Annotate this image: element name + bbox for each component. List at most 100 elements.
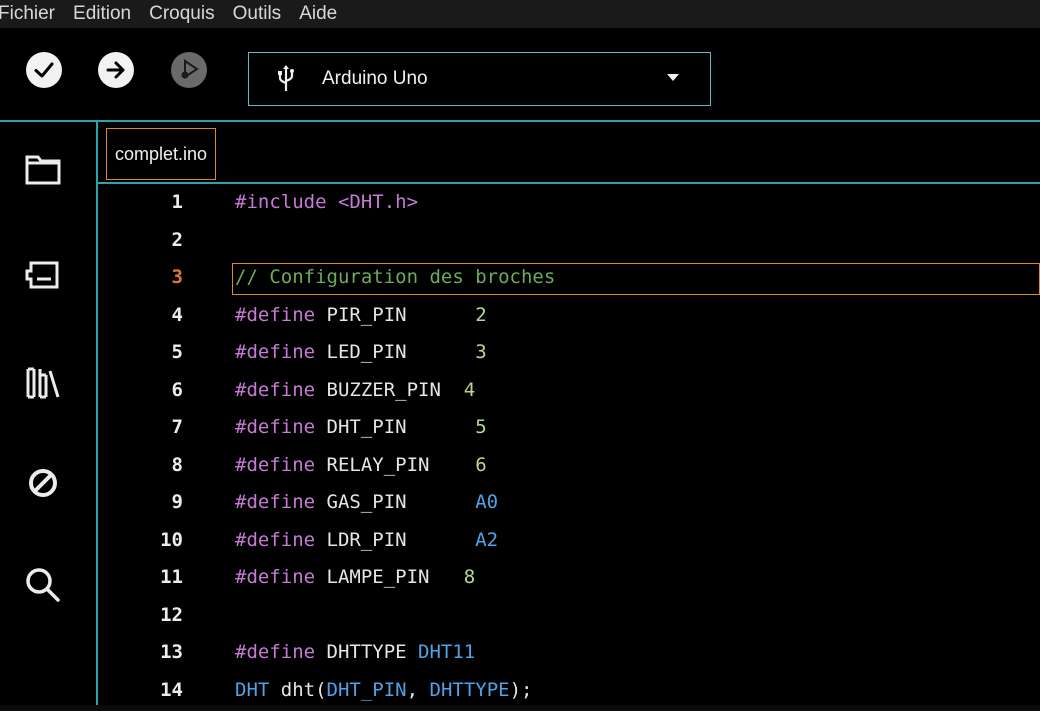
code-token: // Configuration des broches <box>235 266 555 288</box>
code-token: DHT <box>235 679 281 701</box>
code-line[interactable]: 14 DHT dht(DHT_PIN, DHTTYPE); <box>98 674 1040 711</box>
line-number: 9 <box>123 491 183 513</box>
line-source: #define DHTTYPE DHT11 <box>235 641 475 663</box>
line-number: 3 <box>123 266 183 288</box>
code-token: PIR_PIN <box>327 304 476 326</box>
code-line[interactable]: 3 // Configuration des broches <box>98 261 1040 299</box>
code-token: GAS_PIN <box>327 491 476 513</box>
debug-button[interactable] <box>171 52 207 88</box>
code-token: 4 <box>464 379 475 401</box>
code-token: #define <box>235 341 327 363</box>
library-icon[interactable] <box>20 360 66 406</box>
line-source: #define PIR_PIN 2 <box>235 304 487 326</box>
code-token: DHT_PIN <box>327 679 407 701</box>
code-token: #define <box>235 529 327 551</box>
code-token: #define <box>235 416 327 438</box>
code-token: A2 <box>475 529 498 551</box>
code-token: 6 <box>475 454 486 476</box>
line-number: 5 <box>123 341 183 363</box>
code-editor[interactable]: complet.ino 1 #include <DHT.h> 2 3 // Config… <box>98 122 1040 705</box>
code-token: LAMPE_PIN <box>327 566 464 588</box>
code-token: #include <box>235 191 338 213</box>
code-token: DHTTYPE <box>430 679 510 701</box>
code-token: RELAY_PIN <box>327 454 476 476</box>
menu-aide[interactable]: Aide <box>299 3 337 25</box>
line-source: #define DHT_PIN 5 <box>235 416 487 438</box>
code-line[interactable]: 13 #define DHTTYPE DHT11 <box>98 636 1040 674</box>
line-source: #include <DHT.h> <box>235 191 418 213</box>
line-source: #define LDR_PIN A2 <box>235 529 498 551</box>
code-line[interactable]: 2 <box>98 224 1040 262</box>
line-number: 10 <box>123 529 183 551</box>
code-line[interactable]: 12 <box>98 599 1040 637</box>
search-icon[interactable] <box>20 562 66 608</box>
menu-edition[interactable]: Edition <box>73 3 131 25</box>
line-number: 7 <box>123 416 183 438</box>
code-token: #define <box>235 491 327 513</box>
code-token: 3 <box>475 341 486 363</box>
folder-icon[interactable] <box>20 146 66 192</box>
code-token: DHTTYPE <box>327 641 419 663</box>
sidebar <box>0 122 96 705</box>
line-source: #define RELAY_PIN 6 <box>235 454 487 476</box>
usb-icon <box>275 65 297 93</box>
upload-button[interactable] <box>98 52 134 88</box>
code-token: #define <box>235 566 327 588</box>
code-line[interactable]: 4 #define PIR_PIN 2 <box>98 299 1040 337</box>
code-token: #define <box>235 454 327 476</box>
tab-complet-ino[interactable]: complet.ino <box>106 128 216 180</box>
line-number: 4 <box>123 304 183 326</box>
checkmark-icon <box>32 58 56 82</box>
line-source: // Configuration des broches <box>235 266 555 288</box>
code-token: A0 <box>475 491 498 513</box>
arrow-right-icon <box>104 58 128 82</box>
code-token: , <box>407 679 430 701</box>
line-number: 6 <box>123 379 183 401</box>
line-number: 14 <box>123 679 183 701</box>
board-selector[interactable]: Arduino Uno <box>248 52 711 106</box>
code-token: #define <box>235 379 327 401</box>
code-token: DHT_PIN <box>327 416 476 438</box>
verify-button[interactable] <box>26 52 62 88</box>
line-number: 1 <box>123 191 183 213</box>
line-source: #define GAS_PIN A0 <box>235 491 498 513</box>
line-number: 11 <box>123 566 183 588</box>
code-token: 2 <box>475 304 486 326</box>
line-source: #define LAMPE_PIN 8 <box>235 566 475 588</box>
line-number: 8 <box>123 454 183 476</box>
menu-bar: Fichier Edition Croquis Outils Aide <box>0 0 1040 28</box>
code-line[interactable]: 5 #define LED_PIN 3 <box>98 336 1040 374</box>
chevron-down-icon <box>667 74 679 81</box>
code-lines[interactable]: 1 #include <DHT.h> 2 3 // Configuration des … <box>98 186 1040 711</box>
menu-outils[interactable]: Outils <box>233 3 282 25</box>
code-token: LED_PIN <box>327 341 476 363</box>
code-line[interactable]: 7 #define DHT_PIN 5 <box>98 411 1040 449</box>
line-source: #define BUZZER_PIN 4 <box>235 379 475 401</box>
code-token: dht( <box>281 679 327 701</box>
tab-bar: complet.ino <box>98 122 1040 184</box>
code-line[interactable]: 9 #define GAS_PIN A0 <box>98 486 1040 524</box>
debug-disabled-icon[interactable] <box>20 460 66 506</box>
debug-icon <box>176 57 202 83</box>
code-line[interactable]: 1 #include <DHT.h> <box>98 186 1040 224</box>
toolbar: Arduino Uno <box>0 28 1040 120</box>
code-token: #define <box>235 641 327 663</box>
menu-fichier[interactable]: Fichier <box>0 3 55 25</box>
code-token: DHT11 <box>418 641 475 663</box>
code-token: LDR_PIN <box>327 529 476 551</box>
line-number: 12 <box>123 604 183 626</box>
code-token: BUZZER_PIN <box>327 379 464 401</box>
code-line[interactable]: 11 #define LAMPE_PIN 8 <box>98 561 1040 599</box>
code-line[interactable]: 6 #define BUZZER_PIN 4 <box>98 374 1040 412</box>
code-token: <DHT.h> <box>338 191 418 213</box>
line-source: #define LED_PIN 3 <box>235 341 487 363</box>
menu-croquis[interactable]: Croquis <box>149 3 214 25</box>
code-token: 5 <box>475 416 486 438</box>
board-name: Arduino Uno <box>322 68 428 90</box>
line-source: DHT dht(DHT_PIN, DHTTYPE); <box>235 679 532 701</box>
board-manager-icon[interactable] <box>20 252 66 298</box>
code-line[interactable]: 8 #define RELAY_PIN 6 <box>98 449 1040 487</box>
code-token: 8 <box>464 566 475 588</box>
code-line[interactable]: 10 #define LDR_PIN A2 <box>98 524 1040 562</box>
line-number: 13 <box>123 641 183 663</box>
